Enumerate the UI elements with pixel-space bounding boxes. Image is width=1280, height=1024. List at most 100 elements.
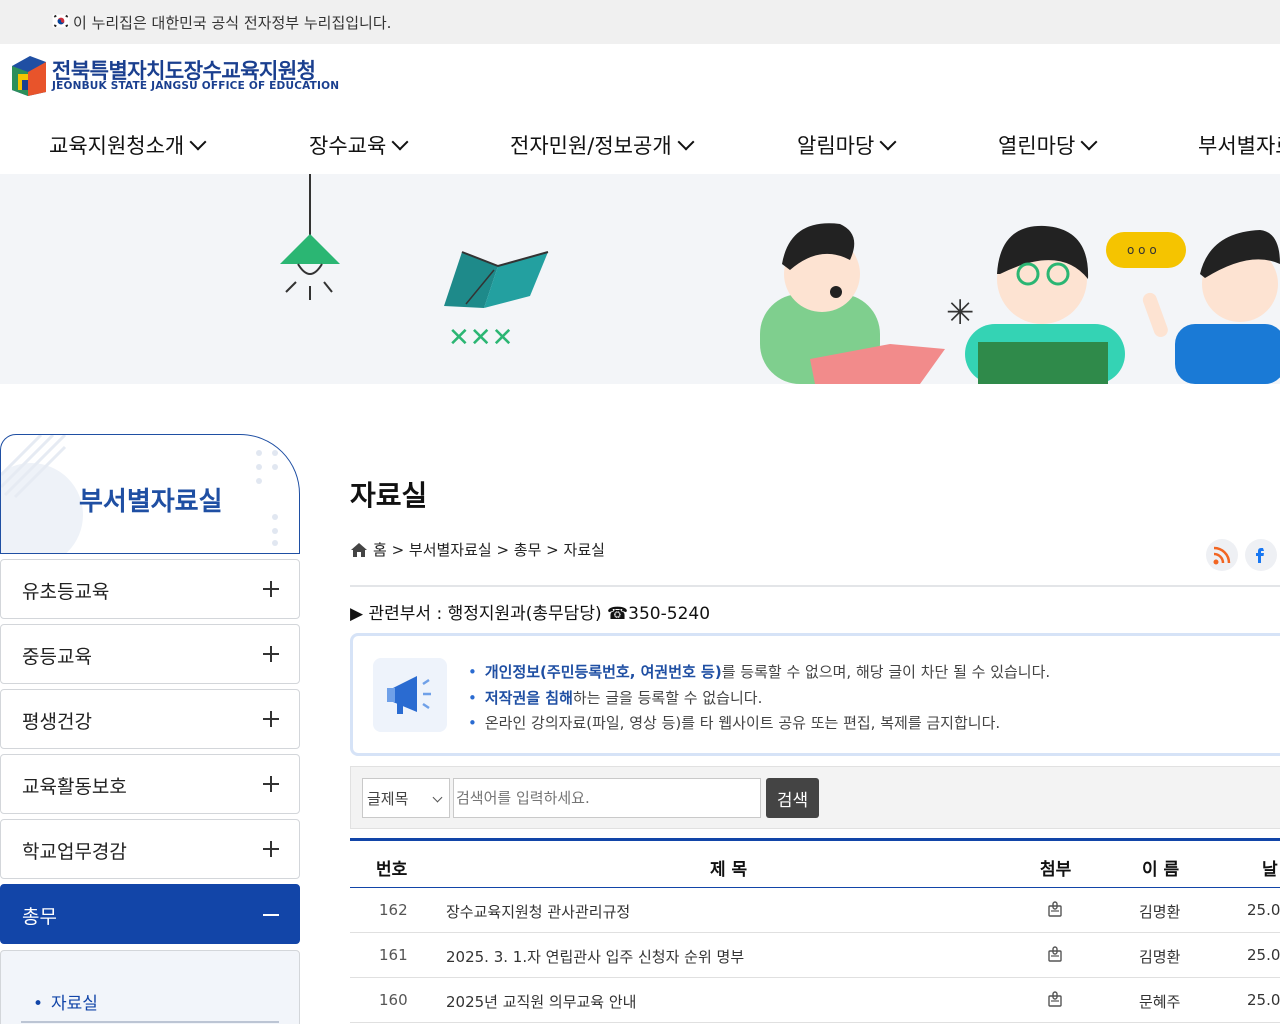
- sidebar-item-workload-reduction[interactable]: 학교업무경감: [0, 819, 300, 879]
- row-num: 160: [379, 991, 408, 1009]
- nav-item-civil[interactable]: 전자민원/정보공개: [510, 130, 695, 160]
- attachment-icon[interactable]: [1048, 991, 1062, 1007]
- notice-text: 하는 글을 등록할 수 없습니다.: [572, 688, 763, 707]
- column-header-date: 날: [1262, 860, 1278, 880]
- gov-banner-text: 이 누리집은 대한민국 공식 전자정부 누리집입니다.: [73, 14, 392, 32]
- nav-item-label: 장수교육: [309, 134, 387, 158]
- table-row[interactable]: 162 장수교육지원청 관사관리규정 김명환 25.0: [350, 888, 1280, 933]
- row-date: 25.0: [1247, 946, 1280, 964]
- nav-item-label: 전자민원/정보공개: [510, 134, 672, 158]
- nav-item-label: 교육지원청소개: [49, 134, 185, 158]
- column-header-num: 번호: [376, 860, 408, 880]
- nav-item-label: 열린마당: [998, 134, 1076, 158]
- sidebar-item-label: 평생건강: [22, 711, 92, 733]
- logo-icon[interactable]: [8, 52, 48, 96]
- row-title-link[interactable]: 2025년 교직원 의무교육 안내: [446, 991, 636, 1012]
- chevron-down-icon: [879, 133, 897, 151]
- notice-box: 개인정보(주민등록번호, 여권번호 등)를 등록할 수 없으며, 해당 글이 차…: [350, 633, 1280, 756]
- row-num: 161: [379, 946, 408, 964]
- sidebar-subitem-archive[interactable]: 자료실: [33, 989, 98, 1014]
- sidebar-item-lifelong-health[interactable]: 평생건강: [0, 689, 300, 749]
- sidebar-item-teacher-protection[interactable]: 교육활동보호: [0, 754, 300, 814]
- row-title-link[interactable]: 장수교육지원청 관사관리규정: [446, 901, 630, 922]
- chevron-down-icon: [677, 133, 695, 151]
- sidebar-title-box: 부서별자료실: [0, 434, 300, 554]
- rss-button[interactable]: [1206, 539, 1238, 571]
- sidebar-item-label: 총무: [22, 906, 57, 928]
- sidebar-item-secondary[interactable]: 중등교육: [0, 624, 300, 684]
- content-divider: [350, 585, 1280, 587]
- notice-item: 개인정보(주민등록번호, 여권번호 등)를 등록할 수 없으며, 해당 글이 차…: [468, 660, 1050, 686]
- row-date: 25.0: [1247, 991, 1280, 1009]
- nav-item-open[interactable]: 열린마당: [998, 130, 1098, 160]
- nav-item-intro[interactable]: 교육지원청소개: [49, 130, 207, 160]
- row-num: 162: [379, 901, 408, 919]
- row-author: 문혜주: [1139, 993, 1181, 1011]
- column-header-name: 이 름: [1142, 860, 1180, 880]
- sidebar-item-label: 교육활동보호: [22, 776, 127, 798]
- notice-text: 온라인 강의자료(파일, 영상 등)를 타 웹사이트 공유 또는 편집, 복제를…: [484, 714, 1001, 732]
- nav-item-dept[interactable]: 부서별자료실: [1198, 130, 1280, 160]
- row-date: 25.0: [1247, 901, 1280, 919]
- gov-banner: 이 누리집은 대한민국 공식 전자정부 누리집입니다.: [0, 0, 1280, 44]
- nav-item-education[interactable]: 장수교육: [309, 130, 409, 160]
- table-header: 번호 제 목 첨부 이 름 날: [350, 838, 1280, 888]
- svg-text:✕✕✕: ✕✕✕: [448, 323, 513, 353]
- breadcrumb-text[interactable]: 홈 > 부서별자료실 > 총무 > 자료실: [373, 539, 605, 560]
- column-header-title: 제 목: [710, 860, 748, 880]
- sidebar-item-general-affairs[interactable]: 총무: [0, 884, 300, 944]
- chevron-down-icon: [189, 133, 207, 151]
- chevron-down-icon: [391, 133, 409, 151]
- search-button[interactable]: 검색: [766, 778, 819, 818]
- lamp-icon: [280, 174, 340, 300]
- book-icon: ✕✕✕: [444, 251, 549, 353]
- hero-illustration: ✕✕✕ ✳ o o o: [280, 174, 1280, 384]
- sidebar-title: 부서별자료실: [79, 487, 223, 517]
- notice-emphasis: 저작권을 침해: [484, 688, 573, 707]
- notice-emphasis: 개인정보(주민등록번호, 여권번호 등): [484, 663, 722, 681]
- sidebar-item-elementary[interactable]: 유초등교육: [0, 559, 300, 619]
- table-row[interactable]: 160 2025년 교직원 의무교육 안내 문혜주 25.0: [350, 978, 1280, 1023]
- hero-banner: ✕✕✕ ✳ o o o: [0, 174, 1280, 384]
- row-author: 김명환: [1139, 948, 1181, 966]
- sidebar-item-label: 유초등교육: [22, 581, 110, 603]
- home-icon[interactable]: [350, 542, 368, 558]
- notice-item: 저작권을 침해하는 글을 등록할 수 없습니다.: [468, 686, 1050, 712]
- page-title: 자료실: [350, 479, 428, 512]
- notice-icon-box: [373, 658, 447, 732]
- search-input[interactable]: [453, 778, 761, 818]
- minus-icon: [263, 914, 279, 916]
- search-select-value: 글제목: [367, 790, 409, 808]
- column-header-attach: 첨부: [1040, 860, 1072, 880]
- attachment-icon[interactable]: [1048, 901, 1062, 917]
- plus-icon: [263, 711, 279, 727]
- table-row[interactable]: 161 2025. 3. 1.자 연립관사 입주 신청자 순위 명부 김명환 2…: [350, 933, 1280, 978]
- student-illustration: ✳ o o o: [760, 223, 1280, 384]
- rss-icon: [1213, 546, 1231, 565]
- plus-icon: [263, 841, 279, 857]
- notice-item: 온라인 강의자료(파일, 영상 등)를 타 웹사이트 공유 또는 편집, 복제를…: [468, 711, 1050, 737]
- svg-text:o o o: o o o: [1127, 243, 1157, 257]
- chevron-down-icon: [432, 792, 443, 803]
- row-author: 김명환: [1139, 903, 1181, 921]
- plus-icon: [263, 776, 279, 792]
- board-table: 번호 제 목 첨부 이 름 날 162 장수교육지원청 관사관리규정 김명환 2…: [350, 838, 1280, 1023]
- nav-item-label: 알림마당: [797, 134, 875, 158]
- nav-item-notice[interactable]: 알림마당: [797, 130, 897, 160]
- breadcrumb: 홈 > 부서별자료실 > 총무 > 자료실: [350, 539, 605, 560]
- sidebar-submenu: 자료실: [0, 950, 300, 1024]
- notice-text: 를 등록할 수 없으며, 해당 글이 차단 될 수 있습니다.: [721, 663, 1051, 681]
- sidebar-item-label: 학교업무경감: [22, 841, 127, 863]
- plus-icon: [263, 581, 279, 597]
- row-title-link[interactable]: 2025. 3. 1.자 연립관사 입주 신청자 순위 명부: [446, 946, 744, 967]
- search-field-select[interactable]: 글제목: [362, 778, 450, 818]
- chevron-down-icon: [1080, 133, 1098, 151]
- related-department: ▶ 관련부서 : 행정지원과(총무담당) ☎350-5240: [350, 604, 711, 624]
- notice-list: 개인정보(주민등록번호, 여권번호 등)를 등록할 수 없으며, 해당 글이 차…: [468, 660, 1050, 737]
- plus-icon: [263, 646, 279, 662]
- svg-text:✳: ✳: [946, 293, 975, 333]
- main-nav: 교육지원청소개 장수교육 전자민원/정보공개 알림마당 열린마당 부서별자료실: [0, 112, 1280, 174]
- facebook-share-button[interactable]: [1245, 539, 1277, 571]
- megaphone-icon: [387, 676, 431, 714]
- attachment-icon[interactable]: [1048, 946, 1062, 962]
